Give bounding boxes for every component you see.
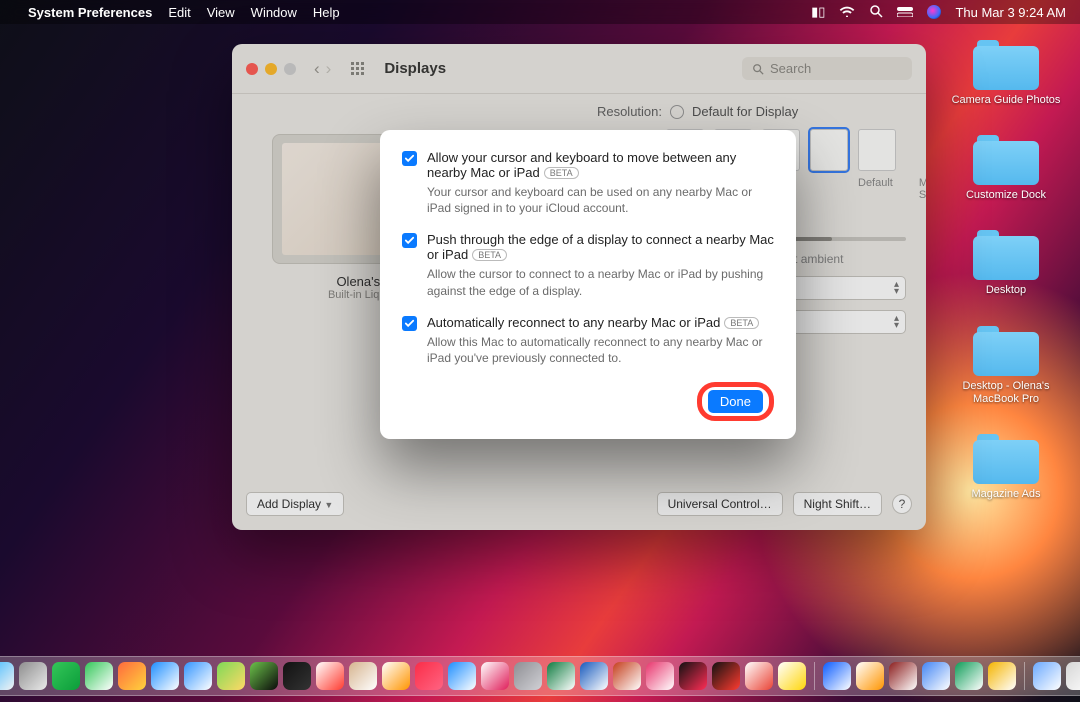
dock-app-chrome[interactable] (745, 662, 773, 690)
dock-app-sheets[interactable] (955, 662, 983, 690)
option-desc: Allow the cursor to connect to a nearby … (427, 266, 774, 298)
dock-app-music[interactable] (415, 662, 443, 690)
done-button[interactable]: Done (708, 390, 763, 413)
option-title: Allow your cursor and keyboard to move b… (427, 150, 736, 180)
wifi-icon[interactable] (839, 5, 855, 20)
siri-icon[interactable] (927, 5, 941, 19)
dock-app-zoom[interactable] (823, 662, 851, 690)
dock-app-messages[interactable] (52, 662, 80, 690)
dock-app-appA[interactable] (646, 662, 674, 690)
dock-app-slides[interactable] (988, 662, 1016, 690)
annotation-highlight: Done (697, 382, 774, 421)
dock-separator (1024, 662, 1025, 690)
dock-app-photos[interactable] (856, 662, 884, 690)
dock-separator (814, 662, 815, 690)
desktop-icons-column: Camera Guide Photos Customize Dock Deskt… (946, 40, 1066, 501)
dock-app-notes[interactable] (778, 662, 806, 690)
menu-edit[interactable]: Edit (168, 5, 190, 20)
dock-app-downloads[interactable] (1033, 662, 1061, 690)
dock-app-mail[interactable] (184, 662, 212, 690)
control-center-icon[interactable] (897, 5, 913, 20)
battery-icon[interactable]: ▮▯ (811, 4, 825, 20)
dock-app-finder[interactable] (0, 662, 14, 690)
desktop-folder[interactable]: Customize Dock (946, 135, 1066, 202)
dock-app-system-prefs[interactable] (514, 662, 542, 690)
beta-badge: BETA (544, 167, 579, 179)
desktop-folder[interactable]: Desktop - Olena's MacBook Pro (946, 326, 1066, 406)
folder-icon (973, 326, 1039, 376)
desktop-folder[interactable]: Camera Guide Photos (946, 40, 1066, 107)
dock-app-calendar[interactable] (316, 662, 344, 690)
menu-help[interactable]: Help (313, 5, 340, 20)
universal-control-sheet: Allow your cursor and keyboard to move b… (380, 130, 796, 439)
menu-window[interactable]: Window (251, 5, 297, 20)
dock-app-timemachine[interactable] (250, 662, 278, 690)
checkbox-push-through[interactable] (402, 233, 417, 248)
folder-icon (973, 135, 1039, 185)
checkbox-auto-reconnect[interactable] (402, 316, 417, 331)
dock-app-maps[interactable] (217, 662, 245, 690)
dock-app-apple-tv[interactable] (283, 662, 311, 690)
dock-app-safari[interactable] (151, 662, 179, 690)
desktop-folder[interactable]: Desktop (946, 230, 1066, 297)
dock-app-reminders[interactable] (382, 662, 410, 690)
option-title: Automatically reconnect to any nearby Ma… (427, 315, 720, 330)
dock-app-trash[interactable] (1066, 662, 1080, 690)
dock-app-word[interactable] (580, 662, 608, 690)
dock-app-powerpoint[interactable] (613, 662, 641, 690)
dock-app-appstore[interactable] (448, 662, 476, 690)
menu-app[interactable]: System Preferences (28, 5, 152, 20)
folder-icon (973, 40, 1039, 90)
folder-icon (973, 230, 1039, 280)
dock-app-voice-memos[interactable] (712, 662, 740, 690)
spotlight-icon[interactable] (869, 4, 883, 21)
dock (0, 656, 1080, 696)
dock-app-launchpad[interactable] (19, 662, 47, 690)
beta-badge: BETA (472, 249, 507, 261)
dock-app-docs[interactable] (922, 662, 950, 690)
dock-app-appB[interactable] (679, 662, 707, 690)
menu-view[interactable]: View (207, 5, 235, 20)
dock-app-slack[interactable] (481, 662, 509, 690)
dock-app-contacts[interactable] (349, 662, 377, 690)
dock-app-excel[interactable] (547, 662, 575, 690)
dock-app-photo-booth[interactable] (118, 662, 146, 690)
menubar: System Preferences Edit View Window Help… (0, 0, 1080, 24)
option-desc: Your cursor and keyboard can be used on … (427, 184, 774, 216)
folder-icon (973, 434, 1039, 484)
menubar-clock[interactable]: Thu Mar 3 9:24 AM (955, 5, 1066, 20)
option-desc: Allow this Mac to automatically reconnec… (427, 334, 774, 366)
dock-app-dictionary[interactable] (889, 662, 917, 690)
dock-app-find-my[interactable] (85, 662, 113, 690)
desktop-folder[interactable]: Magazine Ads (946, 434, 1066, 501)
beta-badge: BETA (724, 317, 759, 329)
checkbox-allow-cursor[interactable] (402, 151, 417, 166)
